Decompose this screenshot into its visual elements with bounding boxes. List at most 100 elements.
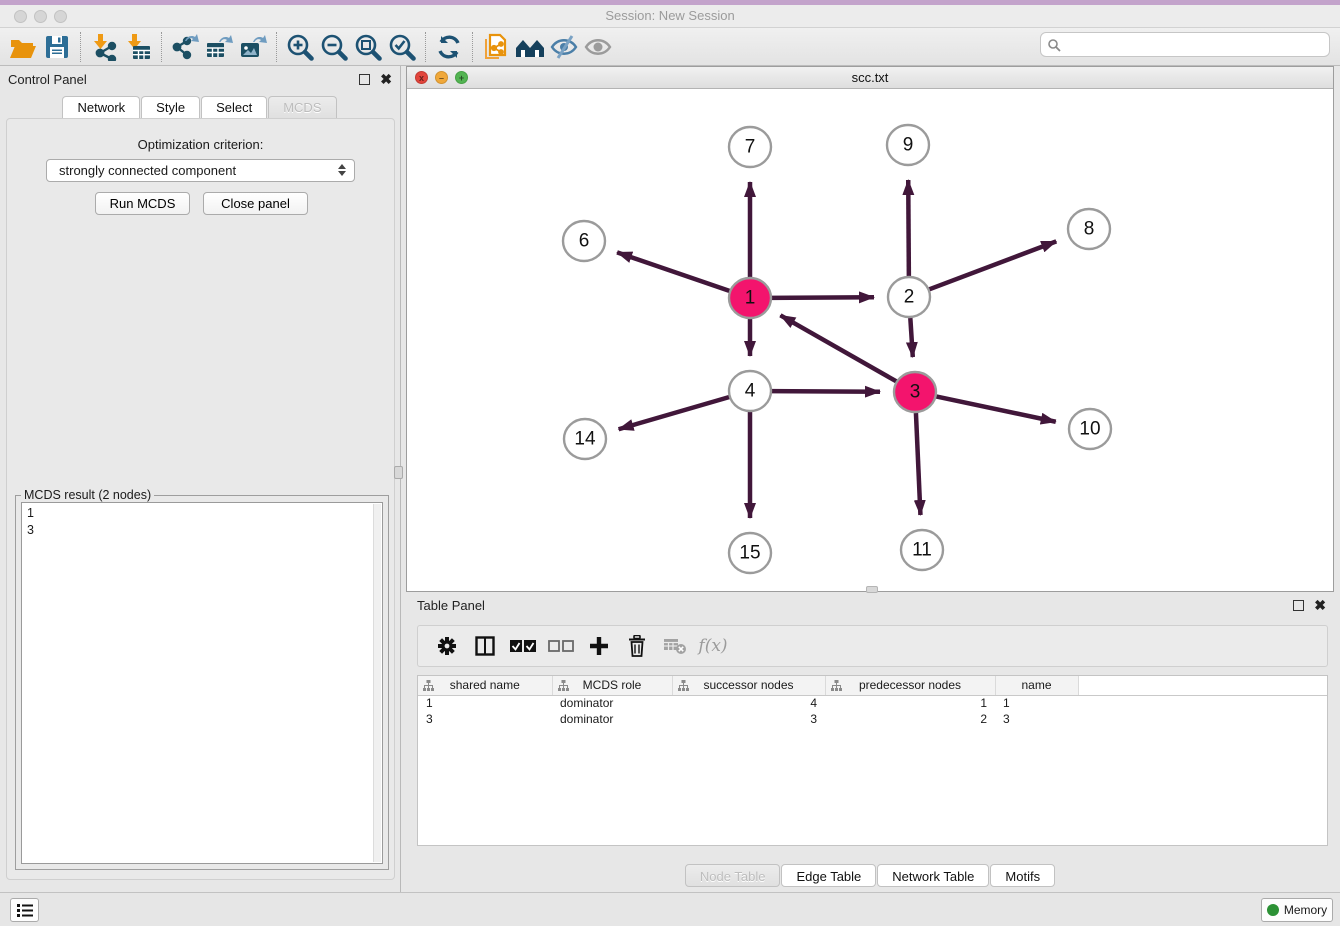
import-network-icon[interactable]	[87, 31, 121, 63]
col-mcds-role[interactable]: MCDS role	[552, 676, 672, 695]
tab-network-table[interactable]: Network Table	[877, 864, 989, 887]
table-row[interactable]: 3 dominator 3 2 3	[418, 711, 1327, 727]
table-toolbar: f(x)	[417, 625, 1328, 667]
cell-predecessor-nodes[interactable]: 2	[825, 711, 995, 727]
network-window-titlebar[interactable]: x – + scc.txt	[407, 67, 1333, 89]
network-graph-canvas[interactable]: 7968124314101511	[407, 89, 1333, 591]
zoom-out-icon[interactable]	[317, 31, 351, 63]
select-all-icon[interactable]	[504, 629, 542, 663]
float-table-panel-icon[interactable]	[1293, 600, 1304, 611]
cell-predecessor-nodes[interactable]: 1	[825, 695, 995, 711]
mcds-panel: Optimization criterion: strongly connect…	[6, 118, 395, 880]
float-panel-icon[interactable]	[359, 74, 370, 85]
minimize-window-dot[interactable]	[34, 10, 47, 23]
node-table[interactable]: shared name MCDS role successor nodes pr…	[417, 675, 1328, 846]
col-shared-name[interactable]: shared name	[418, 676, 552, 695]
cell-shared-name[interactable]: 1	[418, 695, 552, 711]
cell-successor-nodes[interactable]: 3	[672, 711, 825, 727]
horizontal-splitter-grip[interactable]	[866, 586, 878, 593]
graph-edge-3-11[interactable]	[916, 413, 921, 515]
graph-edge-2-9[interactable]	[908, 180, 909, 276]
function-builder-icon[interactable]: f(x)	[694, 629, 732, 663]
import-table-icon[interactable]	[121, 31, 155, 63]
cell-name[interactable]: 3	[995, 711, 1078, 727]
vertical-splitter-grip[interactable]	[394, 466, 403, 479]
tab-mcds[interactable]: MCDS	[268, 96, 336, 118]
cell-shared-name[interactable]: 3	[418, 711, 552, 727]
graph-edge-1-6[interactable]	[617, 252, 730, 291]
graph-node-label-7: 7	[745, 137, 756, 158]
cell-mcds-role[interactable]: dominator	[552, 695, 672, 711]
mcds-result-text[interactable]: 1 3	[21, 502, 383, 864]
cell-filler	[1078, 695, 1327, 711]
control-panel-tabs: Network Style Select MCDS	[0, 96, 400, 118]
export-image-icon[interactable]	[236, 31, 270, 63]
memory-label: Memory	[1284, 903, 1327, 917]
tab-node-table[interactable]: Node Table	[685, 864, 781, 887]
close-table-panel-icon[interactable]: ✖	[1314, 600, 1326, 611]
graph-edge-3-1[interactable]	[780, 315, 896, 381]
tab-select[interactable]: Select	[201, 96, 267, 118]
delete-table-icon[interactable]	[656, 629, 694, 663]
clone-network-icon[interactable]	[479, 31, 513, 63]
graph-edge-4-14[interactable]	[619, 397, 730, 429]
run-mcds-button[interactable]: Run MCDS	[95, 192, 190, 215]
graph-edge-2-3[interactable]	[910, 318, 912, 357]
hide-selected-icon[interactable]	[547, 31, 581, 63]
cell-mcds-role[interactable]: dominator	[552, 711, 672, 727]
graph-edge-3-10[interactable]	[936, 396, 1056, 421]
zoom-window-dot[interactable]	[54, 10, 67, 23]
settings-gear-icon[interactable]	[428, 629, 466, 663]
deselect-all-icon[interactable]	[542, 629, 580, 663]
search-field[interactable]	[1040, 32, 1330, 57]
graph-node-label-2: 2	[904, 287, 915, 308]
network-close-icon[interactable]: x	[415, 71, 428, 84]
graph-edge-4-3[interactable]	[771, 391, 880, 392]
col-name[interactable]: name	[995, 676, 1078, 695]
mcds-result-title: MCDS result (2 nodes)	[21, 488, 154, 502]
tab-network[interactable]: Network	[62, 96, 140, 118]
result-line: 3	[27, 522, 377, 539]
table-row[interactable]: 1 dominator 4 1 1	[418, 695, 1327, 711]
zoom-fit-icon[interactable]	[351, 31, 385, 63]
tab-motifs[interactable]: Motifs	[990, 864, 1055, 887]
optimization-criterion-select[interactable]: strongly connected component	[46, 159, 355, 182]
close-window-dot[interactable]	[14, 10, 27, 23]
open-session-icon[interactable]	[6, 31, 40, 63]
app-titlebar: Session: New Session	[0, 5, 1340, 28]
zoom-selected-icon[interactable]	[385, 31, 419, 63]
graph-node-label-8: 8	[1084, 219, 1095, 240]
graph-edge-1-2[interactable]	[771, 297, 874, 298]
table-panel-header: Table Panel ✖	[401, 592, 1340, 618]
search-input[interactable]	[1061, 37, 1329, 52]
memory-button[interactable]: Memory	[1261, 898, 1333, 922]
cell-successor-nodes[interactable]: 4	[672, 695, 825, 711]
graph-node-label-11: 11	[912, 540, 932, 561]
col-successor-nodes[interactable]: successor nodes	[672, 676, 825, 695]
add-column-icon[interactable]	[580, 629, 618, 663]
refresh-icon[interactable]	[432, 31, 466, 63]
network-maximize-icon[interactable]: +	[455, 71, 468, 84]
cell-name[interactable]: 1	[995, 695, 1078, 711]
graph-node-label-4: 4	[745, 381, 756, 402]
save-session-icon[interactable]	[40, 31, 74, 63]
close-panel-button[interactable]: Close panel	[203, 192, 308, 215]
col-predecessor-nodes[interactable]: predecessor nodes	[825, 676, 995, 695]
toggle-column-icon[interactable]	[466, 629, 504, 663]
tab-edge-table[interactable]: Edge Table	[781, 864, 876, 887]
export-table-icon[interactable]	[202, 31, 236, 63]
tab-style[interactable]: Style	[141, 96, 200, 118]
task-history-button[interactable]	[10, 898, 39, 922]
toolbar-separator	[80, 32, 81, 62]
result-scrollbar[interactable]	[373, 504, 381, 862]
delete-column-icon[interactable]	[618, 629, 656, 663]
export-network-icon[interactable]	[168, 31, 202, 63]
network-minimize-icon[interactable]: –	[435, 71, 448, 84]
main-toolbar	[0, 28, 1340, 66]
graph-edge-2-8[interactable]	[929, 241, 1057, 289]
zoom-in-icon[interactable]	[283, 31, 317, 63]
show-all-icon[interactable]	[581, 31, 615, 63]
close-panel-icon[interactable]: ✖	[380, 74, 392, 85]
window-traffic-lights[interactable]	[14, 10, 74, 28]
first-neighbors-icon[interactable]	[513, 31, 547, 63]
